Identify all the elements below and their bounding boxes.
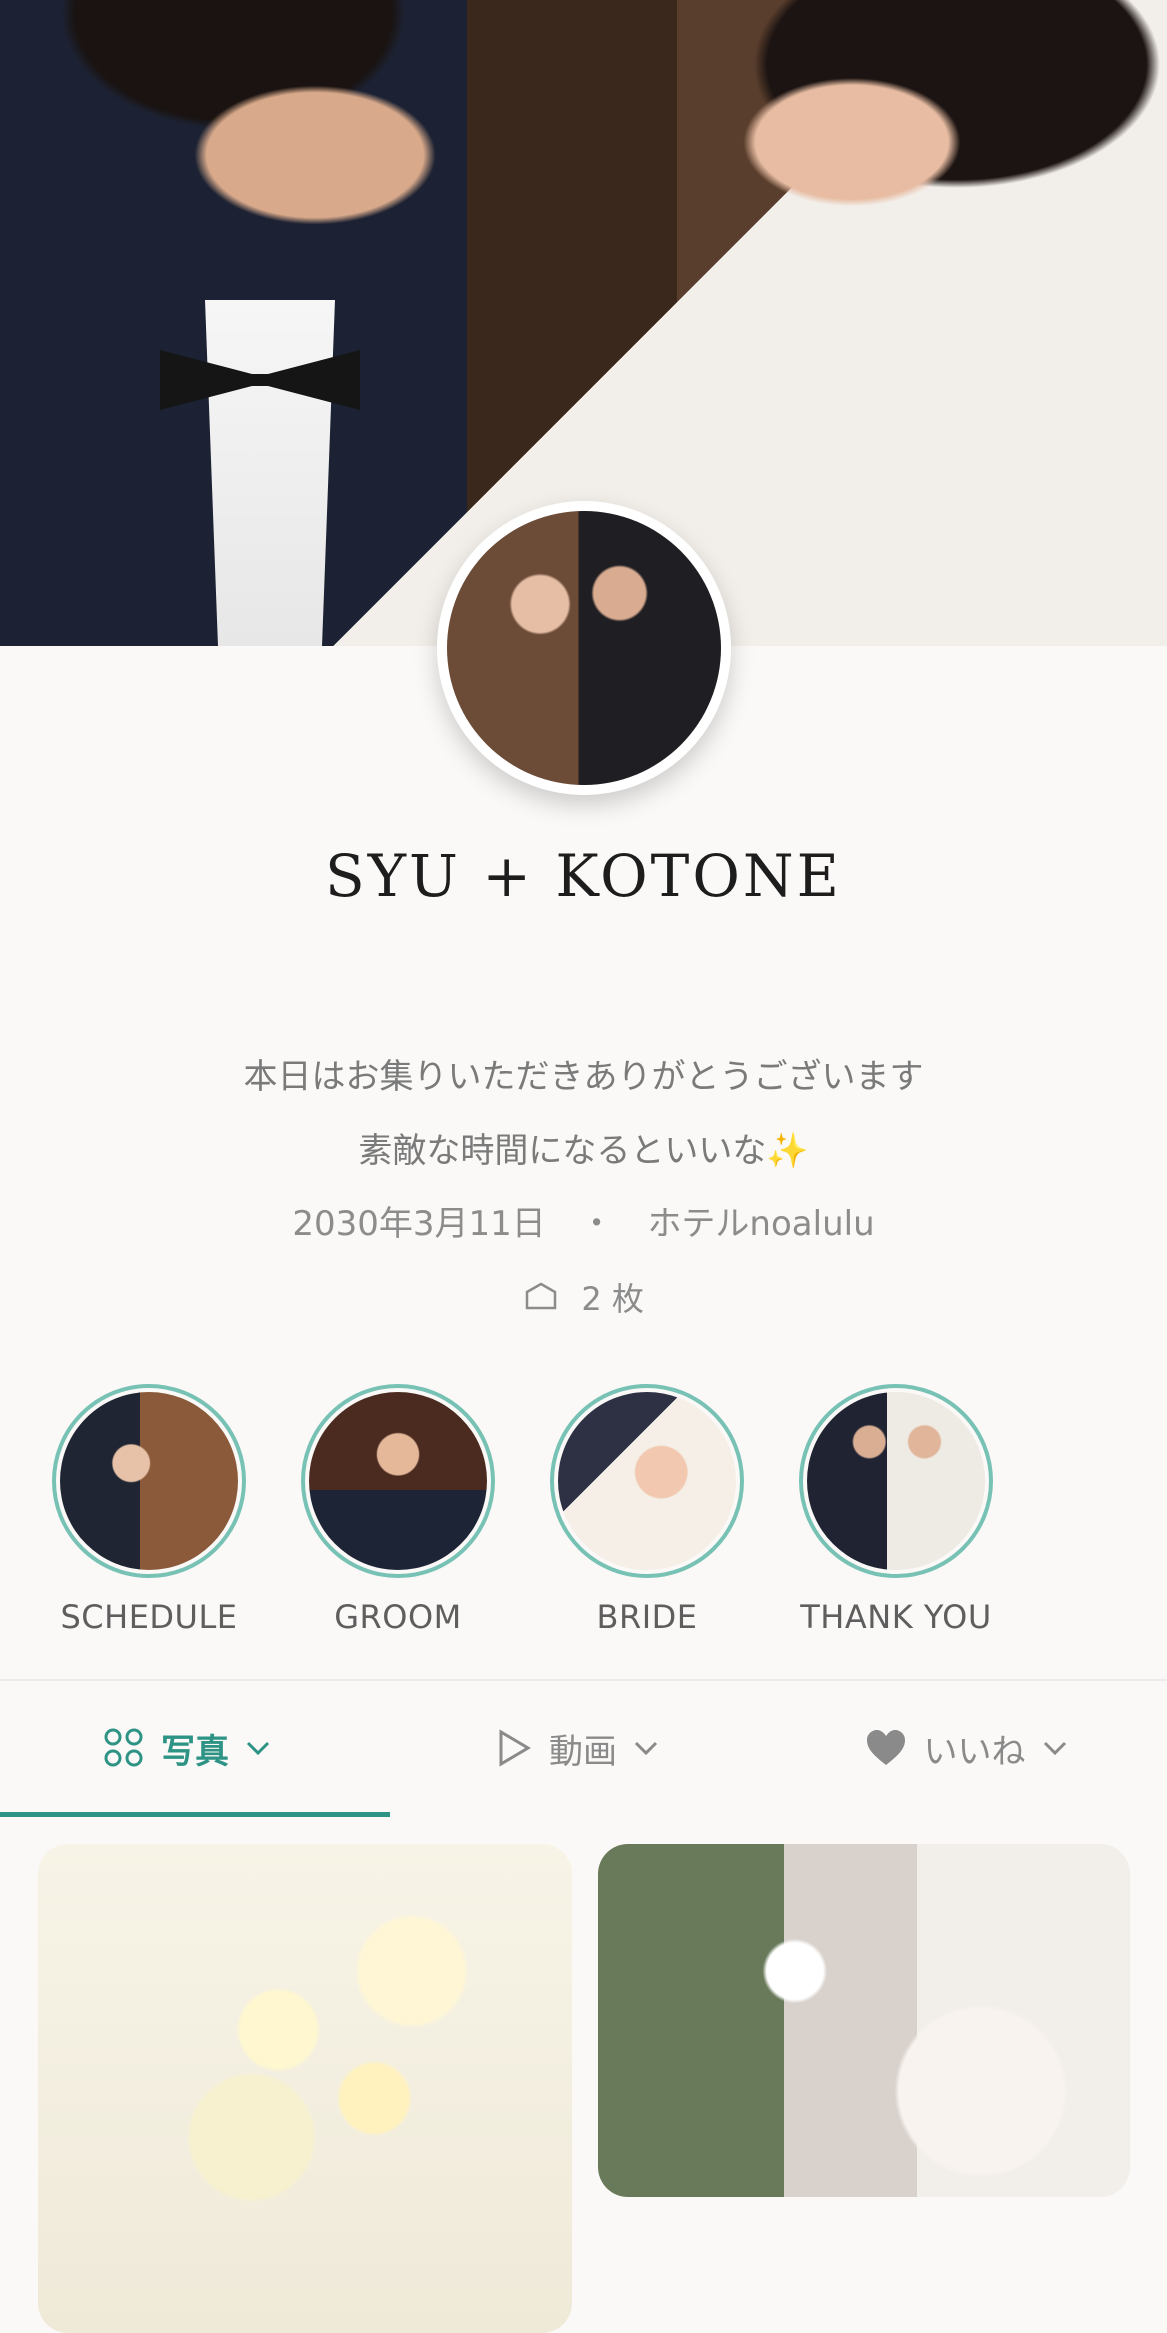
welcome-message-line-1: 本日はお集りいただきありがとうございます — [243, 1057, 924, 1097]
highlight-label: BRIDE — [596, 1598, 698, 1636]
active-tab-indicator — [0, 1812, 390, 1817]
story-highlights: SCHEDULE GROOM BRIDE THANK YOU — [0, 1384, 1167, 1644]
photo-count: 2 枚 — [0, 1274, 1167, 1320]
highlight-ring — [301, 1384, 495, 1578]
photo-count-text: 2 枚 — [581, 1280, 644, 1318]
meta-separator: ・ — [579, 1204, 614, 1244]
highlight-label: THANK YOU — [800, 1598, 992, 1636]
tab-likes-label: いいね — [923, 1731, 1026, 1772]
chevron-down-icon — [1043, 1741, 1066, 1756]
event-date: 2030年3月11日 — [292, 1204, 546, 1244]
highlight-ring — [799, 1384, 993, 1578]
chevron-down-icon — [634, 1741, 658, 1756]
highlight-label: GROOM — [334, 1598, 462, 1636]
highlight-photo — [807, 1392, 985, 1570]
highlight-photo — [309, 1392, 487, 1570]
tab-photos[interactable]: 写真 — [0, 1708, 390, 1788]
highlight-thank-you[interactable]: THANK YOU — [791, 1384, 1001, 1636]
tab-videos[interactable]: 動画 — [390, 1708, 780, 1788]
section-divider — [0, 1679, 1167, 1681]
event-meta: 2030年3月11日 ・ ホテルnoalulu — [0, 1196, 1167, 1245]
tab-photos-label: 写真 — [161, 1731, 229, 1772]
highlight-groom[interactable]: GROOM — [293, 1384, 503, 1636]
photo-tile[interactable] — [598, 1844, 1130, 2197]
tab-videos-label: 動画 — [549, 1731, 617, 1772]
photo-tile[interactable] — [38, 1844, 572, 2333]
highlight-schedule[interactable]: SCHEDULE — [44, 1384, 254, 1636]
content-tabs: 写真 動画 いいね — [0, 1708, 1167, 1817]
highlight-ring — [550, 1384, 744, 1578]
event-venue: ホテルnoalulu — [647, 1204, 875, 1244]
heart-icon — [866, 1730, 905, 1765]
highlight-photo — [558, 1392, 736, 1570]
album-icon — [523, 1282, 559, 1320]
play-icon — [499, 1729, 531, 1767]
welcome-message-line-2: 素敵な時間になるといいな✨ — [358, 1131, 809, 1171]
highlight-label: SCHEDULE — [60, 1598, 238, 1636]
page-title: SYU + KOTONE — [324, 842, 843, 910]
profile-avatar[interactable] — [437, 501, 731, 795]
highlight-ring — [52, 1384, 246, 1578]
chevron-down-icon — [246, 1741, 270, 1756]
photo-grid — [38, 1844, 1130, 2333]
highlight-photo — [60, 1392, 238, 1570]
welcome-message: 本日はお集りいただきありがとうございます 素敵な時間になるといいな✨ — [0, 1040, 1167, 1188]
tab-likes[interactable]: いいね — [780, 1708, 1167, 1788]
grid-icon — [104, 1728, 143, 1767]
avatar-photo — [447, 511, 721, 785]
highlight-bride[interactable]: BRIDE — [542, 1384, 752, 1636]
